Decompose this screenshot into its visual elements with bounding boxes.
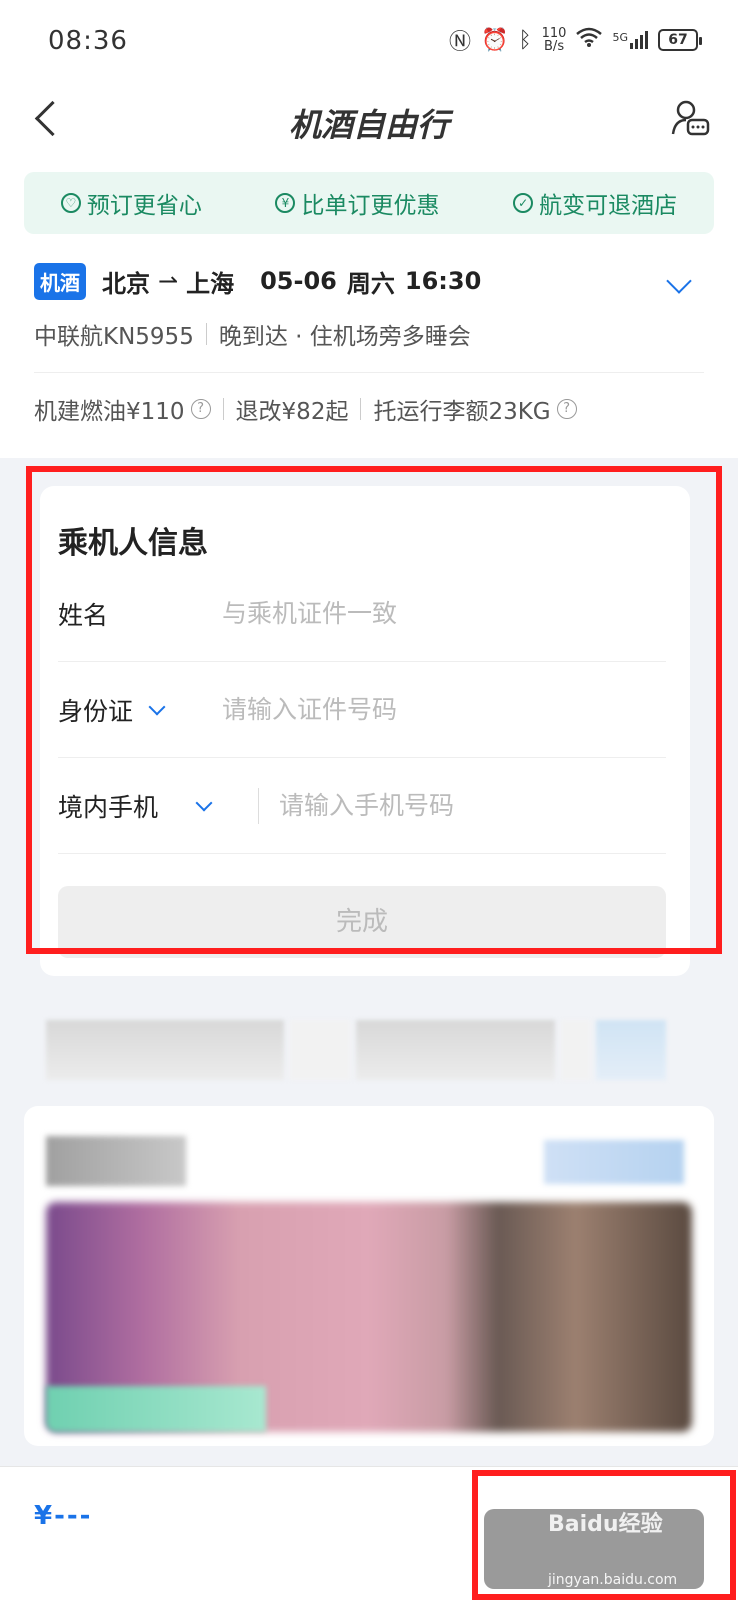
change-fee[interactable]: 退改¥82起 [236, 392, 349, 426]
benefit-item: ♡ 预订更省心 [60, 186, 202, 220]
status-icons: Ⓝ ⏰ ᛒ 110 B/s 5G 67 [449, 24, 702, 56]
phone-region-select[interactable]: 境内手机 [58, 788, 258, 824]
passenger-section-title: 乘机人信息 [58, 526, 208, 561]
blurred-content [46, 1020, 666, 1080]
benefit-label: 航变可退酒店 [539, 193, 678, 219]
id-number-input[interactable] [222, 695, 666, 724]
help-icon[interactable]: ? [556, 399, 577, 419]
flight-date: 05-06 [260, 267, 337, 295]
id-type-select[interactable]: 身份证 [58, 692, 222, 728]
network-speed-unit: B/s [544, 39, 565, 54]
yen-circle-icon: ¥ [275, 193, 296, 213]
promo-image-strip [46, 1386, 266, 1432]
wifi-icon [576, 27, 603, 53]
flight-details: 中联航KN5955 晚到达 · 住机场旁多睡会 [34, 312, 704, 356]
signal-label: 5G [612, 31, 628, 44]
nav-bar: 机酒自由行 [0, 86, 738, 164]
phone-input[interactable] [279, 791, 666, 820]
baggage-allowance: 托运行李额23KG [373, 399, 551, 425]
watermark: Baidu经验 [548, 1512, 663, 1537]
battery-icon: 67 [658, 29, 702, 51]
done-button-label: 完成 [335, 907, 388, 937]
id-row: 身份证 [58, 662, 666, 758]
network-speed: 110 B/s [542, 27, 567, 53]
chevron-down-icon [195, 794, 213, 811]
divider [34, 372, 704, 373]
chevron-down-icon [148, 698, 166, 715]
phone-row: 境内手机 [58, 758, 666, 854]
status-time: 08:36 [48, 26, 128, 56]
promo-title-blurred [46, 1136, 186, 1186]
phone-region-label: 境内手机 [58, 792, 159, 822]
promo-tag-blurred [544, 1140, 684, 1184]
status-bar: 08:36 Ⓝ ⏰ ᛒ 110 B/s 5G 67 [0, 0, 738, 86]
name-row: 姓名 [58, 566, 666, 662]
route-to: 上海 [186, 269, 235, 298]
airline-flight-no: 中联航KN5955 [34, 324, 194, 350]
shield-check-icon: ✓ [513, 193, 534, 213]
flight-fees: 机建燃油¥110 ? 退改¥82起 托运行李额23KG ? [34, 387, 704, 431]
benefit-label: 预订更省心 [86, 193, 202, 219]
page-title: 机酒自由行 [288, 106, 449, 144]
benefit-label: 比单订更优惠 [301, 193, 440, 219]
route-arrow: ⇀ [158, 267, 179, 295]
benefit-item: ¥ 比单订更优惠 [275, 186, 439, 220]
signal-icon: 5G [612, 31, 648, 49]
benefit-strip: ♡ 预订更省心 ¥ 比单订更优惠 ✓ 航变可退酒店 [24, 172, 714, 234]
flight-departure-time: 16:30 [404, 267, 482, 295]
heart-shield-icon: ♡ [60, 193, 81, 213]
flight-summary[interactable]: 机酒 北京 ⇀ 上海 05-06 周六 16:30 中联航KN5955 晚到达 … [0, 250, 738, 450]
customer-service-icon[interactable] [670, 98, 710, 140]
done-button[interactable]: 完成 [58, 886, 666, 958]
flight-route-row: 机酒 北京 ⇀ 上海 05-06 周六 16:30 [34, 250, 704, 312]
total-price: ¥--- [34, 1501, 93, 1531]
package-tag: 机酒 [34, 262, 86, 300]
arrival-note: 晚到达 · 住机场旁多睡会 [218, 324, 471, 350]
alarm-icon: ⏰ [481, 27, 509, 53]
promo-card[interactable] [24, 1106, 714, 1446]
route-from: 北京 [102, 269, 150, 298]
help-icon[interactable]: ? [190, 399, 211, 419]
passenger-info-card: 乘机人信息 姓名 身份证 境内手机 完成 [40, 486, 690, 976]
benefit-item: ✓ 航变可退酒店 [513, 186, 677, 220]
flight-weekday: 周六 [346, 269, 395, 298]
watermark-url: jingyan.baidu.com [548, 1572, 678, 1588]
id-type-label: 身份证 [58, 696, 134, 726]
nfc-icon: Ⓝ [449, 30, 472, 55]
bluetooth-icon: ᛒ [518, 27, 532, 53]
name-input[interactable] [222, 599, 666, 628]
fuel-fee: 机建燃油¥110 [34, 399, 185, 425]
name-label: 姓名 [58, 600, 109, 630]
